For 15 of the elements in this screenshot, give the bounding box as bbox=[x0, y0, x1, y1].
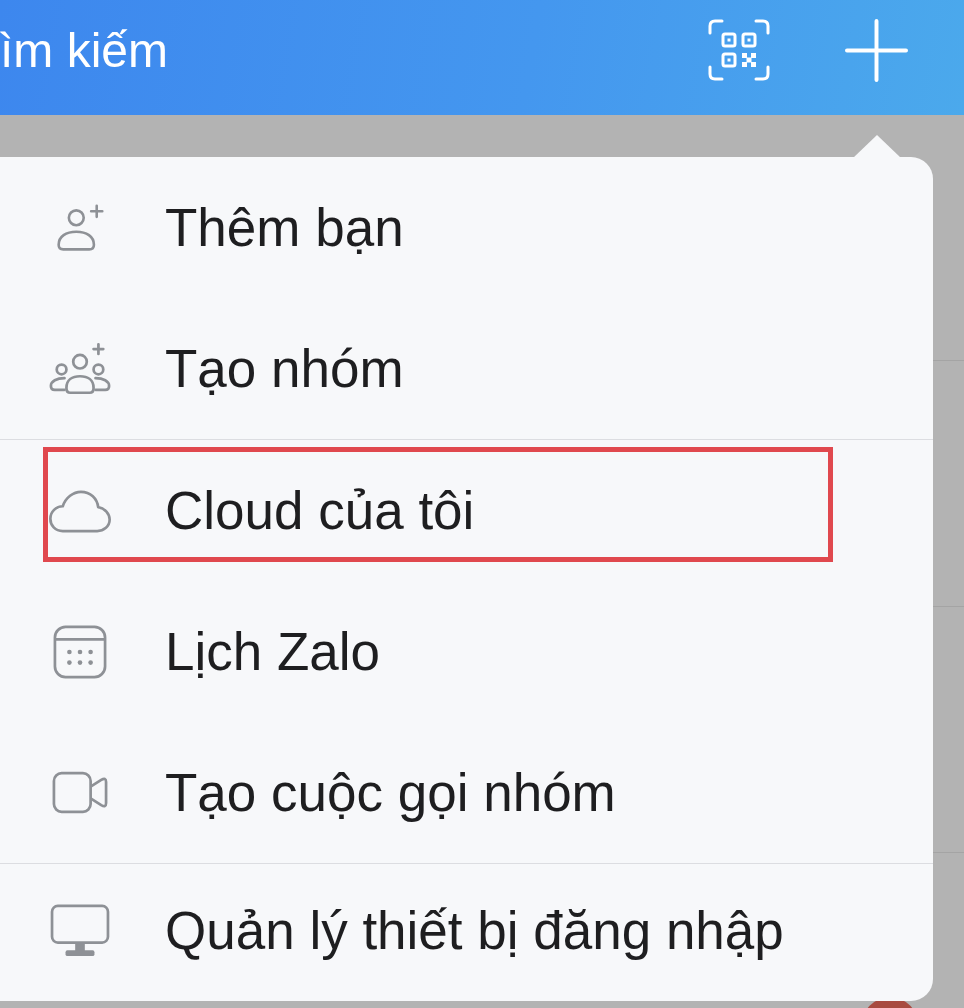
menu-item[interactable]: Quản lý thiết bị đăng nhập bbox=[0, 864, 933, 1001]
menu-item[interactable]: Lịch Zalo bbox=[0, 581, 933, 722]
menu-item[interactable]: Cloud của tôi bbox=[0, 440, 933, 581]
menu-item[interactable]: Tạo nhóm bbox=[0, 298, 933, 439]
video-camera-icon bbox=[52, 771, 108, 814]
menu-item[interactable]: Tạo cuộc gọi nhóm bbox=[0, 722, 933, 863]
monitor-icon bbox=[50, 903, 110, 958]
add-group-icon bbox=[48, 341, 112, 396]
search-field[interactable]: ìm kiếm bbox=[0, 19, 660, 83]
menu-item[interactable]: Thêm bạn bbox=[0, 157, 933, 298]
calendar-icon bbox=[53, 624, 107, 679]
add-icon[interactable] bbox=[845, 19, 908, 82]
add-person-icon bbox=[54, 202, 106, 253]
qr-scan-icon[interactable] bbox=[708, 19, 770, 81]
cloud-icon bbox=[48, 488, 112, 533]
